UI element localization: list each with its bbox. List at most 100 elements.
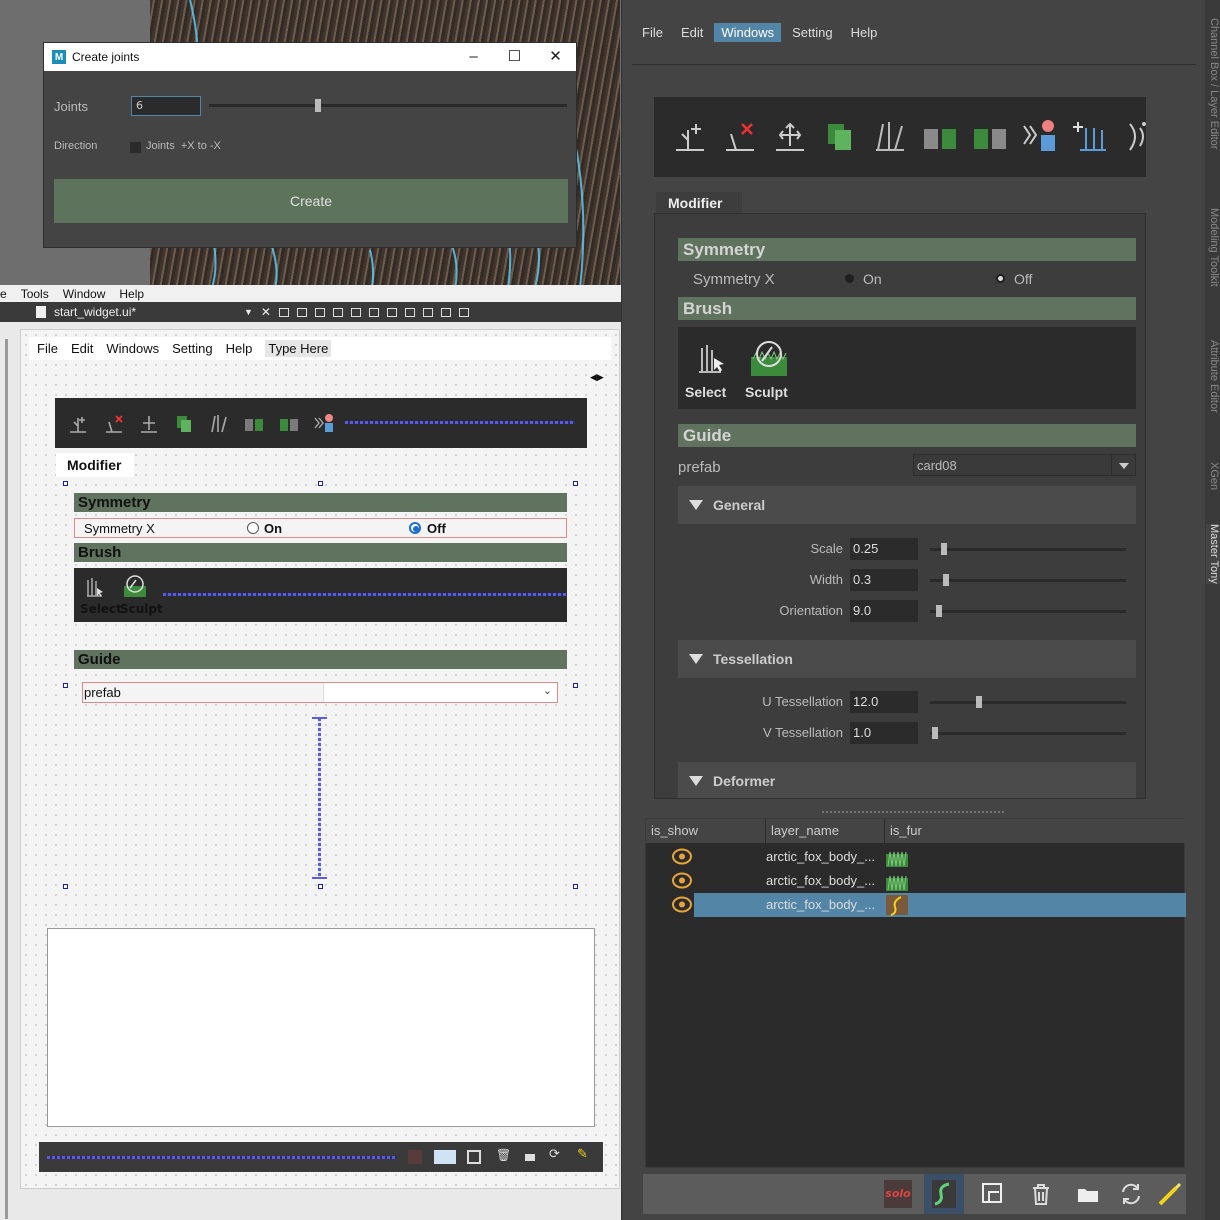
field-slider-handle[interactable]	[931, 727, 938, 739]
maximize-icon[interactable]: ☐	[494, 43, 535, 71]
form-menu-help[interactable]: Help	[226, 341, 253, 356]
field-slider-track[interactable]	[930, 701, 1126, 704]
designer-menu-item[interactable]: e	[0, 287, 7, 301]
copy-guide-icon[interactable]	[822, 118, 858, 154]
layout-tool-icon[interactable]	[332, 307, 343, 317]
add-guide-icon[interactable]	[672, 118, 708, 154]
field-slider-track[interactable]	[930, 732, 1126, 735]
direction-checkbox[interactable]	[130, 142, 141, 153]
form-menu-file[interactable]: File	[37, 341, 58, 356]
layout-vertical-icon[interactable]	[368, 307, 379, 317]
layout-splitter-icon[interactable]	[386, 307, 397, 317]
select-brush-icon[interactable]	[696, 342, 728, 374]
selection-handle[interactable]	[63, 683, 68, 688]
form-menu-type-here[interactable]: Type Here	[265, 340, 332, 357]
file-tab[interactable]: start_widget.ui*	[54, 305, 244, 319]
layout-horizontal-icon[interactable]	[350, 307, 361, 317]
delete-guide-icon[interactable]	[722, 118, 758, 154]
general-group[interactable]: General	[678, 486, 1136, 524]
guide-toggle-button[interactable]	[924, 1174, 964, 1214]
side-tab-modeling-toolkit[interactable]: Modeling Toolkit	[1206, 208, 1220, 287]
selection-handle[interactable]	[318, 884, 323, 889]
field-slider-handle[interactable]	[941, 543, 948, 555]
form-menu-edit[interactable]: Edit	[71, 341, 93, 356]
vertical-spacer[interactable]	[318, 718, 321, 878]
trash-icon[interactable]	[1027, 1180, 1055, 1208]
dialog-titlebar[interactable]: M Create joints – ☐ ✕	[44, 43, 576, 71]
field-value-input[interactable]: 1.0	[850, 722, 918, 744]
selection-handle[interactable]	[63, 481, 68, 486]
joints-input[interactable]: 6	[131, 96, 201, 116]
select-guides-icon[interactable]	[208, 412, 230, 434]
tessellation-group[interactable]: Tessellation	[678, 640, 1136, 678]
visibility-eye-icon[interactable]	[672, 896, 692, 913]
table-row[interactable]: arctic_fox_body_...	[646, 869, 1186, 893]
field-slider-track[interactable]	[930, 548, 1126, 551]
symmetry-off-radio[interactable]	[996, 274, 1005, 283]
side-tab-master-tony[interactable]: Master Tony	[1206, 524, 1220, 584]
mirror-card-icon[interactable]	[243, 412, 265, 434]
selection-handle[interactable]	[573, 683, 578, 688]
form-menu-setting[interactable]: Setting	[172, 341, 212, 356]
designer-menu-item[interactable]: Help	[119, 287, 144, 301]
designer-form-canvas[interactable]: File Edit Windows Setting Help Type Here…	[20, 329, 620, 1189]
panel-modifier-tab[interactable]: Modifier	[656, 192, 742, 214]
table-row[interactable]: arctic_fox_body_...	[646, 845, 1186, 869]
field-slider-handle[interactable]	[975, 696, 982, 708]
guide-toggle-icon[interactable]	[434, 1150, 456, 1164]
field-slider-track[interactable]	[930, 610, 1126, 613]
form-layer-table[interactable]	[47, 928, 595, 1127]
column-is-fur[interactable]: is_fur	[885, 819, 1186, 843]
field-slider-track[interactable]	[930, 579, 1126, 582]
deformer-group[interactable]: Deformer	[678, 762, 1136, 798]
joints-slider-handle[interactable]	[314, 99, 321, 112]
select-brush-icon[interactable]	[84, 576, 106, 598]
layout-splitter-icon[interactable]	[404, 307, 415, 317]
trash-icon[interactable]: 🗑	[496, 1148, 511, 1162]
brush-wand-icon[interactable]: ✎	[577, 1147, 588, 1162]
side-tab-attribute-editor[interactable]: Attribute Editor	[1206, 340, 1220, 413]
brush-wand-icon[interactable]	[1156, 1180, 1184, 1208]
folder-icon[interactable]	[1074, 1180, 1102, 1208]
mirror-card-icon[interactable]	[922, 118, 958, 154]
duplicate-layer-icon[interactable]	[979, 1180, 1007, 1208]
splitter-arrows-icon[interactable]: ◀▶	[590, 373, 604, 383]
panel-menu-help[interactable]: Help	[844, 23, 885, 42]
duplicate-layer-icon[interactable]	[467, 1150, 481, 1164]
guide-curve-icon[interactable]	[885, 894, 909, 916]
layer-name-cell[interactable]: arctic_fox_body_...	[766, 849, 875, 864]
adjust-size-icon[interactable]	[458, 307, 469, 317]
visibility-eye-icon[interactable]	[672, 848, 692, 865]
form-modifier-tab[interactable]: Modifier	[56, 453, 134, 477]
solo-icon[interactable]	[408, 1150, 422, 1164]
form-menu-windows[interactable]: Windows	[106, 341, 159, 356]
move-guide-icon[interactable]	[138, 412, 160, 434]
layout-tool-icon[interactable]	[278, 307, 289, 317]
column-is-show[interactable]: is_show	[646, 819, 766, 843]
layout-form-icon[interactable]	[440, 307, 451, 317]
field-value-input[interactable]: 9.0	[850, 600, 918, 622]
mirror-card-icon[interactable]	[278, 412, 300, 434]
symmetry-on-radio[interactable]	[845, 274, 854, 283]
side-tab-xgen[interactable]: XGen	[1206, 462, 1220, 490]
field-value-input[interactable]: 12.0	[850, 691, 918, 713]
panel-menu-windows[interactable]: Windows	[714, 22, 782, 42]
close-file-icon[interactable]: ✕	[261, 305, 271, 319]
panel-menu-file[interactable]: File	[635, 23, 670, 42]
selection-handle[interactable]	[573, 481, 578, 486]
layout-grid-icon[interactable]	[422, 307, 433, 317]
fur-icon[interactable]	[885, 870, 909, 892]
layout-tool-icon[interactable]	[296, 307, 307, 317]
sculpt-brush-icon[interactable]	[750, 339, 788, 377]
layout-tool-icon[interactable]	[314, 307, 325, 317]
prefab-combobox[interactable]: card08	[913, 454, 1136, 476]
refresh-icon[interactable]	[1117, 1180, 1145, 1208]
solo-icon[interactable]: solo	[884, 1180, 912, 1208]
form-symmetry-off-radio[interactable]	[409, 522, 421, 534]
curve-tool-icon[interactable]	[1120, 118, 1156, 154]
refresh-icon[interactable]: ⟳	[549, 1147, 560, 1162]
add-fur-icon[interactable]	[1072, 118, 1108, 154]
convert-guide-icon[interactable]	[1022, 118, 1058, 154]
sculpt-brush-icon[interactable]	[123, 574, 147, 598]
selection-handle[interactable]	[318, 481, 323, 486]
